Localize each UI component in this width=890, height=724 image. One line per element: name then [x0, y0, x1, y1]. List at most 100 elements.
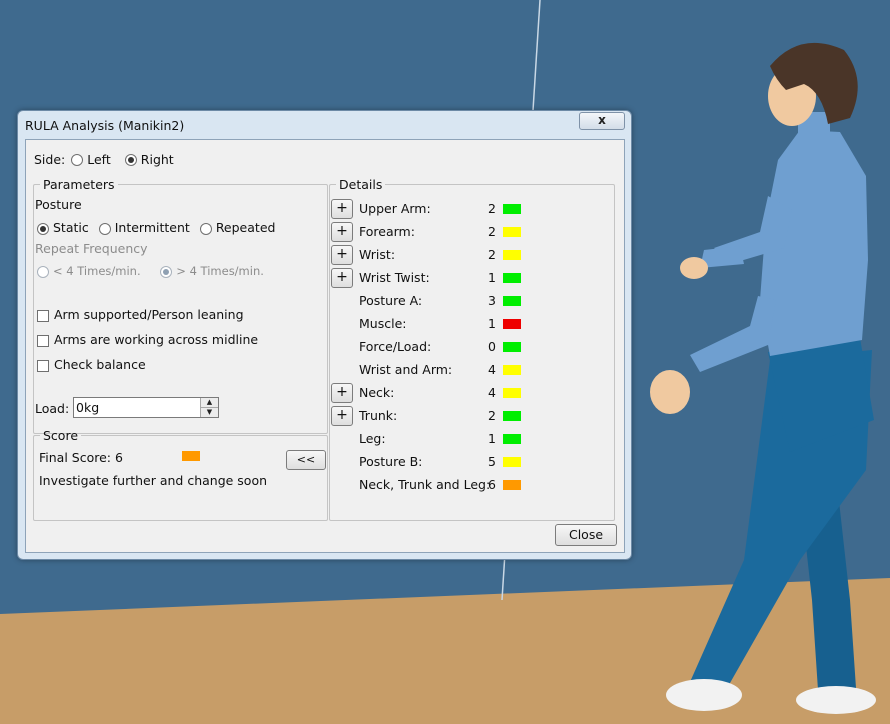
detail-color-swatch [503, 480, 521, 490]
midline-label[interactable]: Arms are working across midline [54, 332, 258, 347]
expand-trunk-button[interactable]: + [331, 406, 353, 426]
expand-neck-button[interactable]: + [331, 383, 353, 403]
detail-label: Muscle: [359, 316, 407, 331]
plus-icon: + [336, 269, 348, 285]
parameters-group: Parameters [33, 177, 328, 434]
midline-checkbox[interactable] [37, 334, 49, 347]
detail-row-posture-b: Posture B: 5 [329, 452, 609, 470]
detail-row-posture-a: Posture A: 3 [329, 291, 609, 309]
detail-row-leg: Leg: 1 [329, 429, 609, 447]
checkbox-balance[interactable]: Check balance [37, 357, 146, 372]
plus-icon: + [336, 200, 348, 216]
detail-value: 2 [488, 247, 496, 262]
detail-label: Wrist Twist: [359, 270, 430, 285]
detail-color-swatch [503, 457, 521, 467]
posture-intermittent-label[interactable]: Intermittent [115, 220, 190, 235]
posture-repeated-label[interactable]: Repeated [216, 220, 276, 235]
details-list: + Upper Arm: 2 + Forearm: 2 + Wrist: 2 +… [329, 199, 613, 519]
expand-wrist-button[interactable]: + [331, 245, 353, 265]
detail-label: Wrist: [359, 247, 396, 262]
manikin-shoe-back [796, 686, 876, 714]
posture-static-label[interactable]: Static [53, 220, 89, 235]
side-right-label[interactable]: Right [141, 152, 174, 167]
checkbox-arm-supported[interactable]: Arm supported/Person leaning [37, 307, 244, 322]
detail-color-swatch [503, 227, 521, 237]
load-spinbox[interactable]: 0kg ▲ ▼ [73, 397, 219, 418]
side-label: Side: [34, 152, 66, 167]
detail-color-swatch [503, 273, 521, 283]
detail-label: Leg: [359, 431, 386, 446]
balance-label[interactable]: Check balance [54, 357, 146, 372]
detail-color-swatch [503, 250, 521, 260]
details-legend: Details [339, 177, 383, 192]
plus-icon: + [336, 223, 348, 239]
detail-row-force-load: Force/Load: 0 [329, 337, 609, 355]
side-left-radio[interactable] [71, 153, 84, 166]
detail-row-forearm: + Forearm: 2 [329, 222, 609, 242]
detail-color-swatch [503, 411, 521, 421]
frequency-gt4-radio[interactable] [160, 265, 173, 278]
score-legend: Score [43, 428, 79, 443]
posture-repeated-radio[interactable] [199, 222, 212, 235]
detail-value: 3 [488, 293, 496, 308]
side-left-label[interactable]: Left [87, 152, 111, 167]
detail-value: 2 [488, 408, 496, 423]
detail-row-wrist: + Wrist: 2 [329, 245, 609, 265]
detail-value: 2 [488, 224, 496, 239]
detail-value: 6 [488, 477, 496, 492]
detail-value: 1 [488, 431, 496, 446]
repeat-frequency-label: Repeat Frequency [35, 241, 148, 256]
close-button[interactable]: Close [555, 524, 617, 546]
load-label: Load: [35, 401, 70, 416]
dialog-client-area: Side: Left Right Parameters Posture Stat… [25, 139, 625, 553]
detail-color-swatch [503, 365, 521, 375]
detail-value: 4 [488, 362, 496, 377]
balance-checkbox[interactable] [37, 359, 49, 372]
detail-color-swatch [503, 319, 521, 329]
detail-label: Neck: [359, 385, 395, 400]
close-icon: x [598, 113, 606, 127]
side-selector: Side: Left Right [34, 152, 174, 167]
close-button-label: Close [568, 527, 604, 542]
frequency-lt4-label[interactable]: < 4 Times/min. [53, 264, 141, 278]
posture-static-radio[interactable] [37, 222, 49, 235]
detail-row-neck-trunk-leg: Neck, Trunk and Leg: 6 [329, 475, 609, 493]
detail-value: 1 [488, 316, 496, 331]
posture-intermittent-radio[interactable] [98, 222, 111, 235]
collapse-details-button[interactable]: << [286, 450, 326, 470]
plus-icon: + [336, 384, 348, 400]
detail-row-upper-arm: + Upper Arm: 2 [329, 199, 609, 219]
expand-forearm-button[interactable]: + [331, 222, 353, 242]
arm-supported-checkbox[interactable] [37, 309, 49, 322]
parameters-legend: Parameters [43, 177, 115, 192]
side-right-radio[interactable] [124, 153, 137, 166]
load-input[interactable]: 0kg [76, 400, 99, 415]
plus-icon: + [336, 246, 348, 262]
frequency-lt4-radio[interactable] [37, 265, 49, 278]
spin-up-icon[interactable]: ▲ [201, 398, 218, 408]
plus-icon: + [336, 407, 348, 423]
title-bar[interactable]: RULA Analysis (Manikin2) x [18, 111, 631, 139]
frequency-gt4-label[interactable]: > 4 Times/min. [176, 264, 264, 278]
detail-row-wrist-and-arm: Wrist and Arm: 4 [329, 360, 609, 378]
manikin-hand-hanging [650, 370, 690, 414]
score-message: Investigate further and change soon [39, 473, 268, 488]
spin-down-icon[interactable]: ▼ [201, 408, 218, 417]
detail-value: 1 [488, 270, 496, 285]
detail-row-wrist-twist: + Wrist Twist: 1 [329, 268, 609, 288]
detail-color-swatch [503, 388, 521, 398]
checkbox-midline[interactable]: Arms are working across midline [37, 332, 258, 347]
expand-wrist-twist-button[interactable]: + [331, 268, 353, 288]
detail-row-trunk: + Trunk: 2 [329, 406, 609, 426]
detail-label: Force/Load: [359, 339, 432, 354]
expand-upper-arm-button[interactable]: + [331, 199, 353, 219]
arm-supported-label[interactable]: Arm supported/Person leaning [54, 307, 244, 322]
detail-row-neck: + Neck: 4 [329, 383, 609, 403]
detail-value: 5 [488, 454, 496, 469]
manikin-hand-reaching [680, 257, 708, 279]
detail-value: 2 [488, 201, 496, 216]
detail-label: Trunk: [359, 408, 398, 423]
window-close-button[interactable]: x [579, 112, 625, 130]
detail-row-muscle: Muscle: 1 [329, 314, 609, 332]
final-score-label: Final Score: 6 [39, 450, 123, 465]
